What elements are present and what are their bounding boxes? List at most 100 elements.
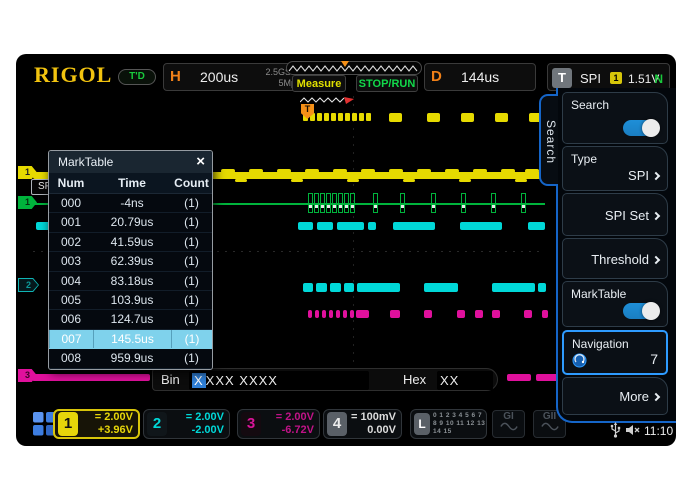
table-row[interactable]: 00362.39us(1) [49, 252, 212, 271]
search-sidebar-tab[interactable]: Search [539, 94, 558, 186]
waveform-segment [389, 169, 403, 173]
waveform-segment [445, 169, 459, 173]
channel3-values: = 2.00V -6.72V [261, 411, 319, 437]
table-row[interactable]: 006124.7us(1) [49, 310, 212, 329]
waveform-segment [291, 179, 303, 182]
waveform-segment [460, 222, 502, 230]
waveform-segment [314, 193, 319, 213]
table-cell: 002 [49, 233, 93, 251]
more-value: More [619, 389, 659, 404]
waveform-segment [317, 113, 322, 121]
table-row[interactable]: 00120.79us(1) [49, 213, 212, 232]
type-panel[interactable]: Type SPI [562, 146, 668, 191]
table-row[interactable]: 008959.9us(1) [49, 349, 212, 368]
waveform-segment [308, 193, 313, 213]
waveform-segment [249, 169, 263, 173]
close-icon[interactable]: × [196, 151, 205, 173]
table-cell: 006 [49, 310, 93, 328]
column-header-time: Time [93, 173, 171, 193]
channel4-values: = 100mV 0.00V [347, 411, 401, 437]
table-row[interactable]: 00483.18us(1) [49, 272, 212, 291]
waveform-segment [522, 205, 525, 208]
mark-table-title: MarkTable [58, 155, 113, 169]
table-cell: 000 [49, 194, 93, 212]
channel4-number: 4 [327, 412, 347, 436]
bin-cursor: X [192, 373, 206, 388]
waveform-segment [528, 222, 545, 230]
threshold-panel[interactable]: Threshold [562, 238, 668, 279]
table-cell: -4ns [93, 194, 171, 212]
graticule-vertical [353, 96, 354, 370]
waveform-segment [515, 179, 527, 182]
waveform-segment [351, 205, 354, 208]
waveform-segment [331, 113, 336, 121]
search-toggle-switch[interactable] [623, 120, 659, 136]
channel2-box[interactable]: 2 = 2.00V -2.00V [143, 409, 230, 439]
marktable-toggle-panel[interactable]: MarkTable [562, 281, 668, 327]
marktable-toggle-switch[interactable] [623, 303, 659, 319]
channel1-box[interactable]: 1 = 2.00V +3.96V [53, 409, 140, 439]
waveform-segment [368, 222, 376, 230]
table-row[interactable]: 007145.5us(1) [49, 330, 212, 349]
waveform-segment [473, 169, 487, 173]
spi-set-value: SPI Set [605, 208, 659, 223]
waveform-segment [401, 205, 404, 208]
waveform-segment [344, 283, 354, 292]
waveform-segment [374, 205, 377, 208]
table-cell: 103.9us [93, 291, 171, 309]
waveform-segment [344, 193, 349, 213]
table-row[interactable]: 005103.9us(1) [49, 291, 212, 310]
table-cell: 20.79us [93, 213, 171, 231]
sine-wave-icon [500, 422, 518, 431]
dc-coupling-icon: = [276, 411, 282, 423]
table-row[interactable]: 000-4ns(1) [49, 194, 212, 213]
navigation-panel[interactable]: Navigation 7 [562, 330, 668, 375]
chevron-right-icon [652, 393, 660, 401]
waveform-segment [524, 310, 532, 318]
search-toggle-panel[interactable]: Search [562, 92, 668, 144]
waveform-segment [427, 113, 440, 122]
knob-icon [572, 353, 587, 368]
waveform-segment [315, 205, 318, 208]
waveform-segment [221, 169, 235, 173]
table-row[interactable]: 00241.59us(1) [49, 233, 212, 252]
chevron-right-icon [652, 212, 660, 220]
gen1-button[interactable]: GI [492, 410, 525, 438]
waveform-segment [350, 310, 354, 318]
logic-channels-box[interactable]: L 0 1 2 3 4 5 6 7 8 9 10 11 12 13 14 15 [410, 409, 487, 439]
table-cell: (1) [171, 233, 212, 251]
mark-table-titlebar[interactable]: MarkTable × [49, 151, 212, 173]
waveform-segment [326, 193, 331, 213]
waveform-segment [298, 222, 313, 230]
spi-set-panel[interactable]: SPI Set [562, 193, 668, 236]
table-cell: 145.5us [93, 330, 171, 348]
waveform-segment [338, 113, 343, 121]
speaker-muted-icon [625, 424, 640, 436]
waveform-segment [357, 283, 400, 292]
channel3-box[interactable]: 3 = 2.00V -6.72V [237, 409, 320, 439]
more-panel[interactable]: More [562, 377, 668, 415]
waveform-segment [366, 113, 371, 121]
table-cell: (1) [171, 310, 212, 328]
type-value: SPI [628, 168, 659, 183]
bin-value[interactable]: XXXX XXXX [189, 371, 369, 390]
waveform-segment [327, 205, 330, 208]
waveform-segment [317, 222, 333, 230]
waveform-segment [538, 283, 546, 292]
waveform-segment [345, 113, 350, 121]
waveform-segment [336, 310, 340, 318]
threshold-value: Threshold [591, 252, 659, 267]
hex-value[interactable]: XX [437, 371, 493, 390]
channel1-number: 1 [58, 412, 78, 436]
bin-label: Bin [161, 372, 180, 387]
waveform-segment [542, 310, 548, 318]
waveform-segment [329, 310, 333, 318]
waveform-segment [235, 179, 247, 182]
waveform-segment [330, 283, 341, 292]
waveform-segment [352, 113, 357, 121]
waveform-segment [525, 169, 539, 173]
waveform-segment [417, 169, 431, 173]
channel4-box[interactable]: 4 = 100mV 0.00V [323, 409, 402, 439]
waveform-segment [361, 169, 375, 173]
table-cell: 004 [49, 272, 93, 290]
